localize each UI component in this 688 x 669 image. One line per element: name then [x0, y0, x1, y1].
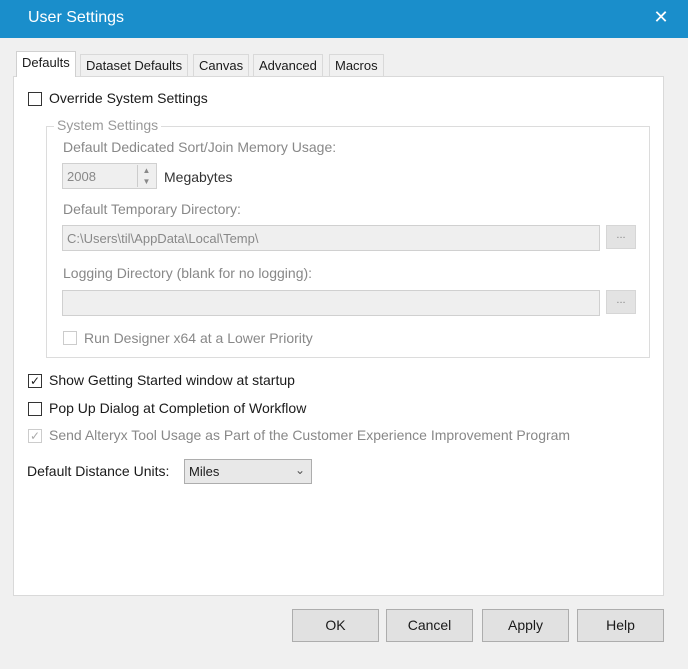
- log-dir-label: Logging Directory (blank for no logging)…: [63, 265, 313, 281]
- override-checkbox[interactable]: [28, 92, 42, 106]
- memory-spinner[interactable]: 2008 ▲ ▼: [62, 163, 157, 189]
- apply-button[interactable]: Apply: [482, 609, 569, 642]
- title-bar: User Settings ✕: [0, 0, 688, 38]
- spin-arrows-icon[interactable]: ▲ ▼: [137, 165, 155, 187]
- ok-button[interactable]: OK: [292, 609, 379, 642]
- override-label: Override System Settings: [49, 90, 208, 106]
- distance-units-select[interactable]: Miles ⌄: [184, 459, 312, 484]
- tab-advanced[interactable]: Advanced: [253, 54, 323, 76]
- getting-started-label: Show Getting Started window at startup: [49, 372, 295, 388]
- distance-units-label: Default Distance Units:: [27, 463, 170, 479]
- getting-started-checkbox[interactable]: ✓: [28, 374, 42, 388]
- usage-checkbox[interactable]: ✓: [28, 429, 42, 443]
- low-priority-label: Run Designer x64 at a Lower Priority: [84, 330, 313, 346]
- help-button[interactable]: Help: [577, 609, 664, 642]
- system-settings-title: System Settings: [54, 117, 162, 133]
- temp-dir-label: Default Temporary Directory:: [63, 201, 241, 217]
- log-dir-input[interactable]: [62, 290, 600, 316]
- memory-label: Default Dedicated Sort/Join Memory Usage…: [63, 139, 337, 155]
- tab-macros[interactable]: Macros: [329, 54, 384, 76]
- window-title: User Settings: [28, 9, 125, 26]
- tab-canvas[interactable]: Canvas: [193, 54, 250, 76]
- memory-value: 2008: [67, 169, 96, 184]
- tab-dataset-defaults[interactable]: Dataset Defaults: [80, 54, 189, 76]
- cancel-button[interactable]: Cancel: [386, 609, 473, 642]
- popup-checkbox[interactable]: [28, 402, 42, 416]
- usage-label: Send Alteryx Tool Usage as Part of the C…: [49, 427, 571, 443]
- distance-units-value: Miles: [189, 464, 220, 479]
- popup-label: Pop Up Dialog at Completion of Workflow: [49, 400, 307, 416]
- memory-unit: Megabytes: [164, 169, 233, 185]
- low-priority-checkbox[interactable]: [63, 331, 77, 345]
- temp-dir-input[interactable]: C:\Users\til\AppData\Local\Temp\: [62, 225, 600, 251]
- chevron-down-icon: ⌄: [294, 463, 305, 477]
- log-dir-browse-button[interactable]: ...: [606, 290, 636, 314]
- temp-dir-browse-button[interactable]: ...: [606, 225, 636, 249]
- tab-defaults[interactable]: Defaults: [16, 51, 76, 77]
- close-icon[interactable]: ✕: [651, 7, 671, 28]
